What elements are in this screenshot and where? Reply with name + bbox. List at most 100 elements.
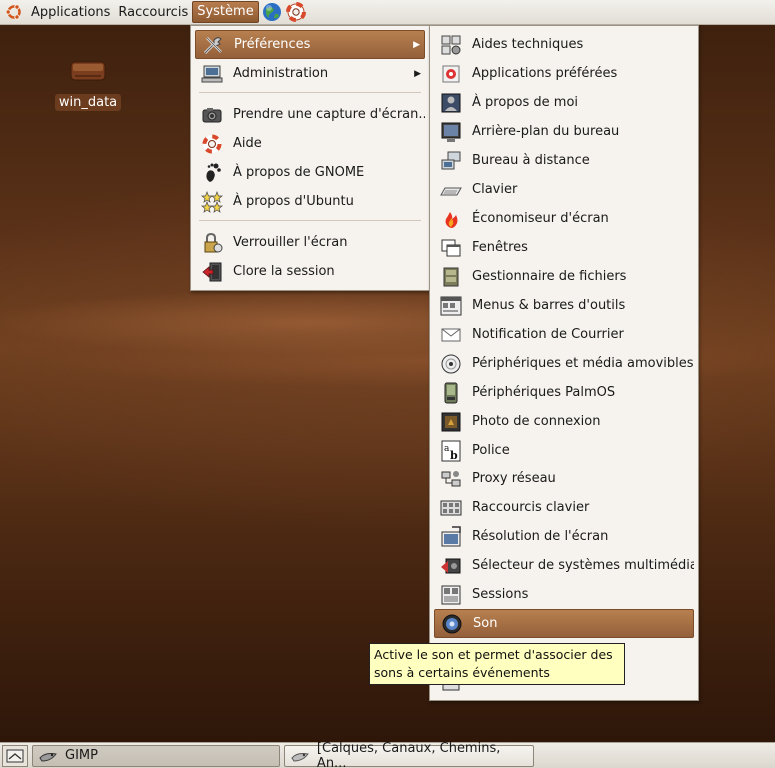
menus-toolbars-icon bbox=[440, 296, 462, 315]
menu-item-label: À propos de moi bbox=[472, 95, 579, 110]
pref-item-login-photo[interactable]: Photo de connexion bbox=[434, 407, 694, 436]
preferred-apps-icon bbox=[442, 65, 460, 82]
gimp-icon bbox=[291, 752, 309, 761]
pref-item-removable-media[interactable]: Périphériques et média amovibles bbox=[434, 349, 694, 378]
menu-item-label: Police bbox=[472, 443, 510, 458]
menu-item-label: Économiseur d'écran bbox=[472, 211, 609, 226]
keyboard-shortcuts-icon bbox=[440, 500, 462, 515]
tooltip: Active le son et permet d'associer des s… bbox=[369, 643, 625, 685]
help-lifebuoy-icon[interactable] bbox=[285, 1, 307, 23]
menu-item-label: Gestionnaire de fichiers bbox=[472, 269, 627, 284]
desktop-icon-win-data[interactable]: win_data bbox=[54, 60, 122, 118]
menu-item-label: Aides techniques bbox=[472, 37, 584, 52]
menu-item-help[interactable]: Aide bbox=[195, 129, 425, 158]
file-manager-icon bbox=[443, 267, 459, 286]
menu-item-label: Sessions bbox=[472, 587, 529, 602]
menu-item-label: Préférences bbox=[234, 37, 311, 52]
menu-item-about-gnome[interactable]: À propos de GNOME bbox=[195, 158, 425, 187]
menu-item-label: Verrouiller l'écran bbox=[233, 235, 348, 250]
preferences-submenu: Aides techniques Applications préférées … bbox=[429, 25, 699, 701]
menu-item-about-ubuntu[interactable]: À propos d'Ubuntu bbox=[195, 187, 425, 216]
menu-item-administration[interactable]: Administration ▶ bbox=[195, 59, 425, 88]
menu-item-screenshot[interactable]: Prendre une capture d'écran... bbox=[195, 100, 425, 129]
menu-item-label: Résolution de l'écran bbox=[472, 529, 609, 544]
administration-icon bbox=[201, 65, 223, 82]
web-browser-icon[interactable] bbox=[261, 1, 283, 23]
gnome-foot-icon bbox=[206, 163, 221, 182]
menu-item-label: Administration bbox=[233, 66, 329, 81]
top-panel: Applications Raccourcis Système bbox=[0, 0, 775, 25]
menu-item-label: Aide bbox=[233, 136, 262, 151]
menu-item-label: Périphériques PalmOS bbox=[472, 385, 616, 400]
pref-item-about-me[interactable]: À propos de moi bbox=[434, 88, 694, 117]
about-me-icon bbox=[441, 93, 461, 112]
proxy-icon bbox=[441, 470, 461, 486]
shortcuts-menu[interactable]: Raccourcis bbox=[114, 1, 192, 24]
wallpaper-icon bbox=[441, 122, 461, 142]
submenu-arrow-icon: ▶ bbox=[413, 39, 420, 50]
pref-item-screen-resolution[interactable]: Résolution de l'écran bbox=[434, 522, 694, 551]
menu-item-lock-screen[interactable]: Verrouiller l'écran bbox=[195, 228, 425, 257]
pref-item-sessions[interactable]: Sessions bbox=[434, 580, 694, 609]
pref-item-file-manager[interactable]: Gestionnaire de fichiers bbox=[434, 262, 694, 291]
sessions-icon bbox=[441, 585, 461, 604]
taskbar-task-layers[interactable]: [Calques, Canaux, Chemins, An... bbox=[284, 741, 534, 768]
desktop-icon-label: win_data bbox=[54, 94, 122, 111]
menu-item-label: Notification de Courrier bbox=[472, 327, 624, 342]
taskbar-task-gimp[interactable]: GIMP bbox=[32, 744, 280, 767]
system-menu-button[interactable]: Système bbox=[192, 1, 259, 23]
show-desktop-button[interactable] bbox=[2, 744, 28, 767]
menu-item-preferences[interactable]: Préférences ▶ bbox=[195, 30, 425, 59]
bottom-panel: GIMP [Calques, Canaux, Chemins, An... bbox=[0, 741, 775, 768]
menu-item-label: Raccourcis clavier bbox=[472, 500, 590, 515]
lock-icon bbox=[204, 232, 223, 252]
menu-item-label: Photo de connexion bbox=[472, 414, 601, 429]
remote-desktop-icon bbox=[441, 151, 461, 169]
menu-item-label: Arrière-plan du bureau bbox=[472, 124, 620, 139]
pref-item-screensaver[interactable]: Économiseur d'écran bbox=[434, 204, 694, 233]
system-menu: Préférences ▶ Administration ▶ Prendre u… bbox=[190, 25, 430, 291]
login-photo-icon bbox=[441, 412, 461, 431]
sound-icon bbox=[442, 614, 462, 633]
menu-item-label: Proxy réseau bbox=[472, 471, 556, 486]
pref-item-preferred-apps[interactable]: Applications préférées bbox=[434, 59, 694, 88]
task-label: GIMP bbox=[65, 748, 98, 763]
logout-icon bbox=[202, 262, 222, 281]
ubuntu-logo-icon[interactable] bbox=[4, 2, 24, 22]
camera-icon bbox=[202, 107, 222, 122]
pref-item-menus-toolbars[interactable]: Menus & barres d'outils bbox=[434, 291, 694, 320]
palm-icon bbox=[444, 382, 458, 403]
menu-item-label: Périphériques et média amovibles bbox=[472, 356, 694, 371]
accessibility-icon bbox=[441, 35, 461, 54]
pref-item-windows[interactable]: Fenêtres bbox=[434, 233, 694, 262]
windows-icon bbox=[441, 239, 461, 256]
pref-item-font[interactable]: a b Police bbox=[434, 436, 694, 465]
svg-text:b: b bbox=[450, 449, 458, 462]
pref-item-mail-notification[interactable]: Notification de Courrier bbox=[434, 320, 694, 349]
harddrive-icon bbox=[70, 61, 106, 81]
font-icon: a b bbox=[441, 440, 461, 462]
pref-item-sound[interactable]: Son bbox=[434, 609, 694, 638]
mail-icon bbox=[441, 328, 461, 341]
menu-item-logout[interactable]: Clore la session bbox=[195, 257, 425, 286]
menu-item-label: Fenêtres bbox=[472, 240, 528, 255]
menu-item-label: Sélecteur de systèmes multimédia bbox=[472, 558, 694, 573]
keyboard-icon bbox=[440, 187, 462, 195]
submenu-arrow-icon: ▶ bbox=[414, 68, 421, 79]
pref-item-multimedia-selector[interactable]: Sélecteur de systèmes multimédia bbox=[434, 551, 694, 580]
pref-item-accessibility[interactable]: Aides techniques bbox=[434, 30, 694, 59]
task-label: [Calques, Canaux, Chemins, An... bbox=[316, 740, 501, 768]
applications-menu[interactable]: Applications bbox=[27, 1, 114, 24]
ubuntu-stars-icon bbox=[201, 190, 223, 213]
menu-separator bbox=[199, 92, 421, 93]
pref-item-remote-desktop[interactable]: Bureau à distance bbox=[434, 146, 694, 175]
removable-media-icon bbox=[441, 354, 461, 373]
pref-item-wallpaper[interactable]: Arrière-plan du bureau bbox=[434, 117, 694, 146]
pref-item-network-proxy[interactable]: Proxy réseau bbox=[434, 464, 694, 493]
menu-item-label: À propos d'Ubuntu bbox=[233, 194, 354, 209]
menu-separator bbox=[199, 220, 421, 221]
menu-item-label: Prendre une capture d'écran... bbox=[233, 107, 425, 122]
pref-item-keyboard[interactable]: Clavier bbox=[434, 175, 694, 204]
pref-item-keyboard-shortcuts[interactable]: Raccourcis clavier bbox=[434, 493, 694, 522]
pref-item-palmos[interactable]: Périphériques PalmOS bbox=[434, 378, 694, 407]
